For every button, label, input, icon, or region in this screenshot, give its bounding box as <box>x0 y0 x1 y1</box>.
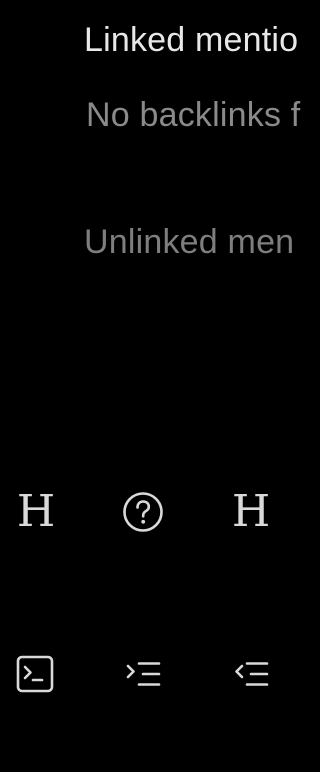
no-backlinks-message: No backlinks f <box>86 96 301 134</box>
linked-mentions-title[interactable]: Linked mentio <box>84 20 298 60</box>
indent-button[interactable] <box>118 649 168 699</box>
terminal-icon <box>15 654 55 694</box>
terminal-button[interactable] <box>10 649 60 699</box>
outdent-icon <box>230 654 272 694</box>
indent-icon <box>122 654 164 694</box>
backlinks-panel: Linked mentio No backlinks f Unlinked me… <box>0 0 307 772</box>
help-button[interactable] <box>118 487 168 537</box>
heading-icon: H <box>16 486 56 537</box>
heading-icon: H <box>231 486 271 537</box>
outdent-button[interactable] <box>226 649 276 699</box>
heading-button[interactable]: H <box>11 487 61 537</box>
help-circle-icon <box>122 491 164 533</box>
heading-button-2[interactable]: H <box>226 487 276 537</box>
unlinked-mentions-title[interactable]: Unlinked men <box>84 222 294 262</box>
